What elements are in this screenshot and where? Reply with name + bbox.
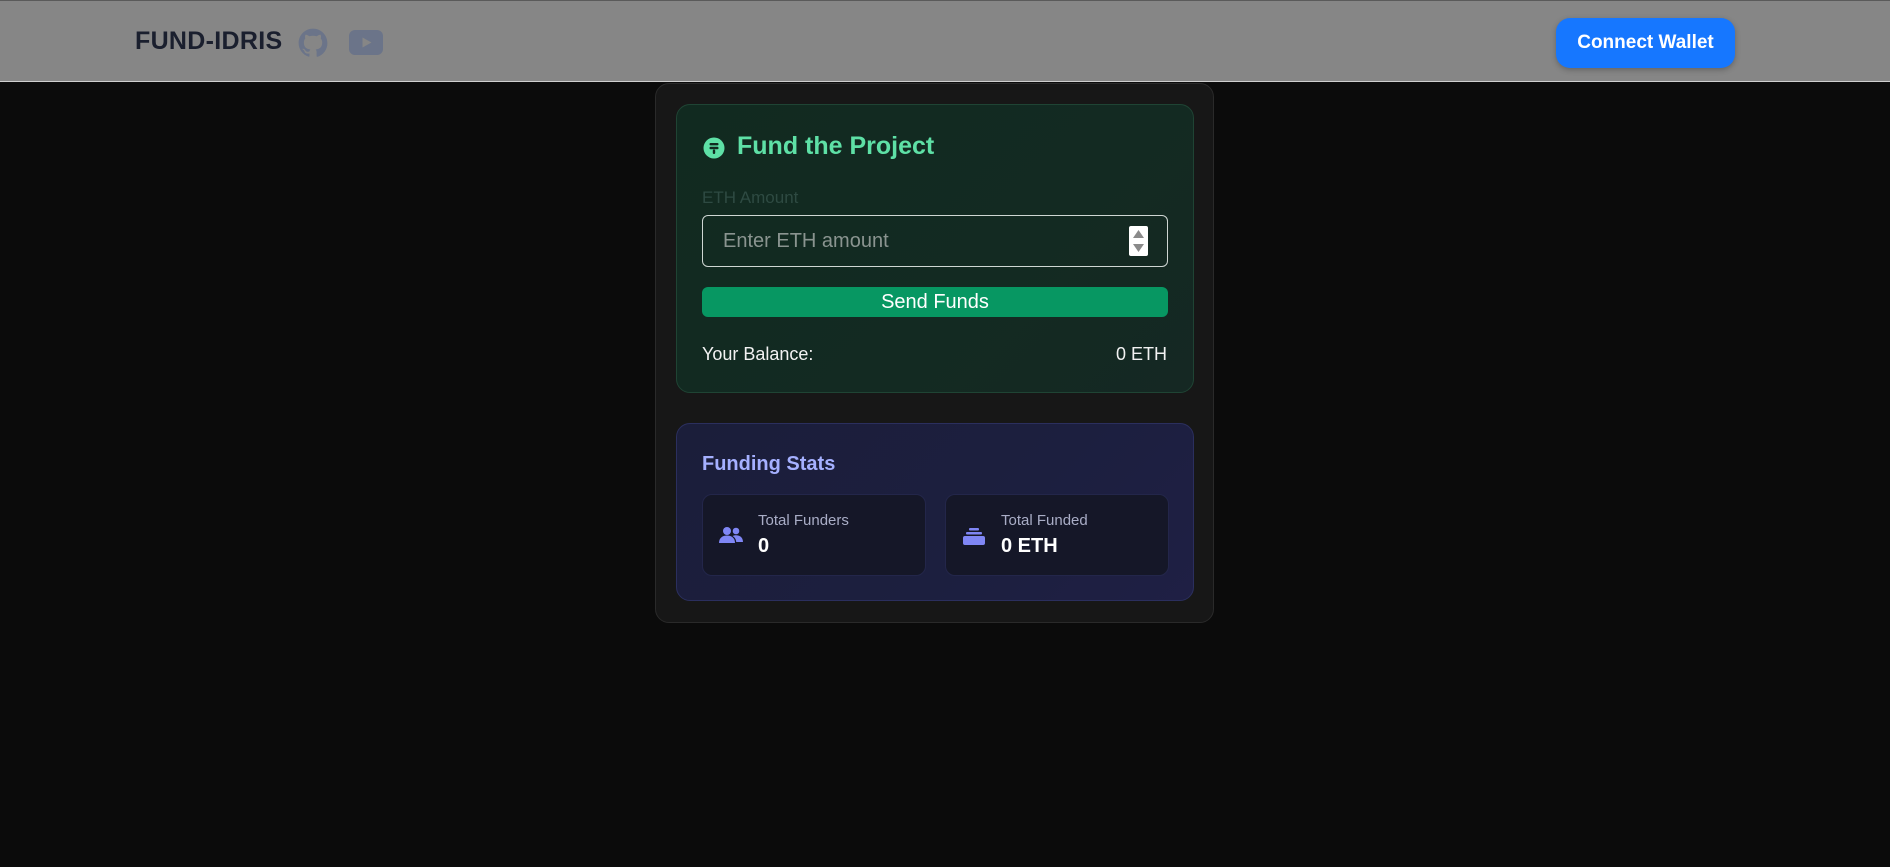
eth-amount-label: ETH Amount [702,188,799,207]
send-funds-button[interactable]: Send Funds [702,287,1168,317]
total-funded-label: Total Funded [1001,512,1088,529]
balance-value: 0 ETH [1115,344,1167,364]
spinner-up-arrow[interactable] [1132,227,1145,240]
total-funded-value: 0 ETH [1001,535,1058,557]
eth-amount-field[interactable] [702,215,1168,267]
eth-amount-input[interactable] [703,216,1103,266]
github-icon[interactable] [298,28,328,58]
total-funded-stat: Total Funded 0 ETH [945,494,1169,576]
spinner-down-arrow[interactable] [1132,241,1145,254]
fund-title: Fund the Project [737,132,935,160]
total-funders-value: 0 [758,535,770,557]
youtube-icon[interactable] [349,30,383,55]
connect-wallet-button[interactable]: Connect Wallet [1556,18,1735,68]
fund-project-card: Fund the Project ETH Amount Send Funds Y… [676,104,1194,393]
balance-label: Your Balance: [702,344,814,364]
brand-logo-text[interactable]: FUND-IDRIS [135,27,282,56]
total-funders-stat: Total Funders 0 [702,494,926,576]
top-navbar: FUND-IDRIS Connect Wallet [0,0,1890,82]
total-funders-label: Total Funders [758,512,849,529]
number-spinner[interactable] [1129,226,1148,256]
funding-stats-card: Funding Stats Total Funders 0 Total Fund… [676,423,1194,601]
users-icon [719,527,743,543]
coins-stack-icon [963,528,985,545]
stats-title: Funding Stats [702,453,836,475]
coin-icon [703,137,725,159]
